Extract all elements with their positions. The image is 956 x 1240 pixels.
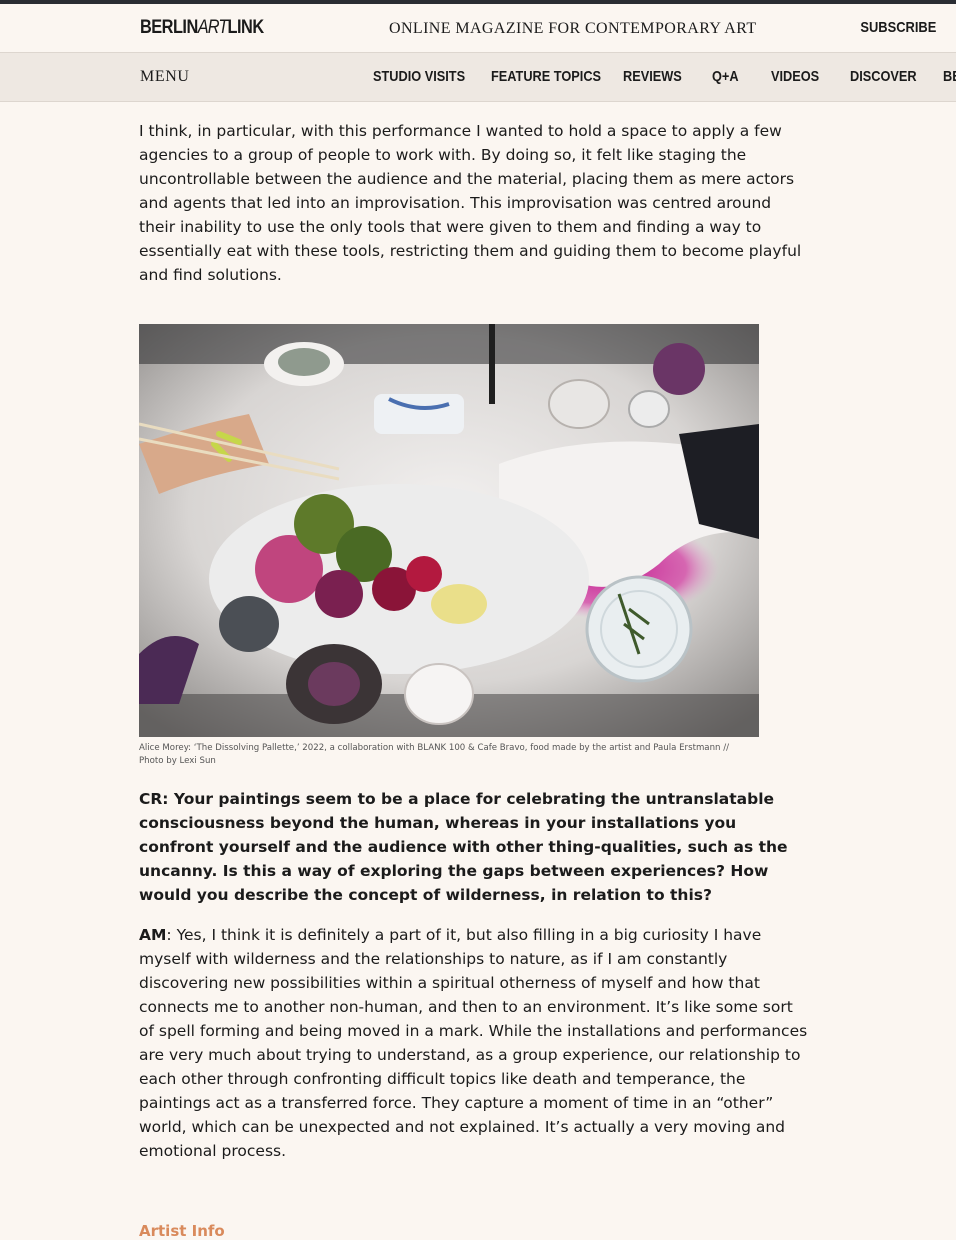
nav-item-discover[interactable]: Discover (850, 68, 917, 85)
site-logo[interactable]: BERLINARTLINK (140, 17, 264, 39)
nav-item-be[interactable]: Be (943, 68, 956, 85)
main-navigation: MENU Studio Visits Feature Topics Review… (0, 52, 956, 102)
nav-item-videos[interactable]: Videos (771, 68, 819, 85)
nav-item-feature-topics[interactable]: Feature Topics (491, 68, 601, 85)
subscribe-link[interactable]: Subscribe (860, 19, 936, 36)
article-body-top: I think, in particular, with this perfor… (139, 119, 809, 287)
artist-info-link[interactable]: Artist Info (139, 1222, 225, 1240)
nav-item-q-and-a[interactable]: Q+A (712, 68, 739, 85)
logo-text-berlin: BERLIN (140, 17, 198, 38)
menu-button[interactable]: MENU (140, 68, 190, 86)
site-header: BERLINARTLINK ONLINE MAGAZINE FOR CONTEM… (0, 4, 956, 52)
article-paragraph: I think, in particular, with this perfor… (139, 122, 802, 284)
site-tagline: ONLINE MAGAZINE FOR CONTEMPORARY ART (389, 20, 757, 37)
photo-caption: Alice Morey: ‘The Dissolving Pallette,’ … (139, 743, 729, 766)
logo-text-link: LINK (227, 17, 265, 38)
answer-speaker: AM (139, 926, 167, 944)
article-photo (139, 324, 759, 737)
article-body-bottom: CR: Your paintings seem to be a place fo… (139, 787, 809, 1163)
interview-question: CR: Your paintings seem to be a place fo… (139, 790, 788, 904)
interview-answer: AM: Yes, I think it is definitely a part… (139, 923, 809, 1163)
nav-item-reviews[interactable]: Reviews (623, 68, 682, 85)
logo-text-art: ART (197, 17, 229, 38)
answer-text: : Yes, I think it is definitely a part o… (139, 926, 808, 1160)
nav-item-studio-visits[interactable]: Studio Visits (373, 68, 465, 85)
